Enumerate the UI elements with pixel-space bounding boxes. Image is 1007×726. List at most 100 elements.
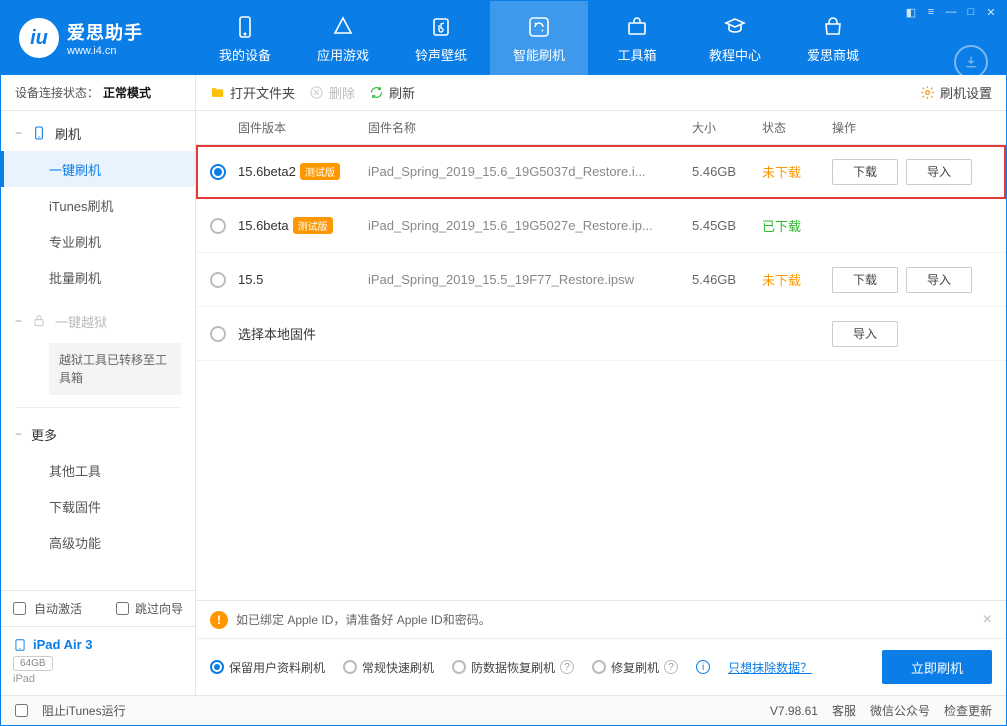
flash-settings-button[interactable]: 刷机设置	[920, 83, 992, 102]
app-url: www.i4.cn	[67, 45, 143, 57]
sidebar-item-advanced[interactable]: 高级功能	[1, 524, 195, 560]
sidebar-item-batch-flash[interactable]: 批量刷机	[1, 259, 195, 295]
sidebar-item-itunes-flash[interactable]: iTunes刷机	[1, 187, 195, 223]
refresh-button[interactable]: 刷新	[369, 83, 415, 102]
sidebar-item-pro-flash[interactable]: 专业刷机	[1, 223, 195, 259]
table-header: 固件版本 固件名称 大小 状态 操作	[196, 111, 1006, 145]
firmware-size: 5.45GB	[692, 218, 762, 233]
version-text: 15.6beta	[238, 218, 289, 233]
firmware-name: iPad_Spring_2019_15.5_19F77_Restore.ipsw	[368, 272, 692, 287]
download-manager-button[interactable]	[954, 45, 988, 79]
logo: 爱思助手 www.i4.cn	[1, 18, 196, 58]
firmware-name: iPad_Spring_2019_15.6_19G5037d_Restore.i…	[368, 164, 692, 179]
firmware-row[interactable]: 15.6beta测试版 iPad_Spring_2019_15.6_19G502…	[196, 199, 1006, 253]
tab-toolbox[interactable]: 工具箱	[588, 1, 686, 75]
delete-icon	[309, 85, 324, 100]
import-button[interactable]: 导入	[832, 321, 898, 347]
device-type: iPad	[13, 673, 183, 685]
menu-icon[interactable]: ≡	[924, 5, 938, 19]
version-label: V7.98.61	[770, 704, 818, 718]
row-radio[interactable]	[210, 272, 226, 288]
sidebar-item-other-tools[interactable]: 其他工具	[1, 452, 195, 488]
gear-icon	[920, 85, 935, 100]
sidebar-item-oneclick-flash[interactable]: 一键刷机	[1, 151, 195, 187]
help-icon[interactable]: ?	[560, 660, 574, 674]
row-radio[interactable]	[210, 164, 226, 180]
radio-icon	[592, 660, 606, 674]
folder-icon	[210, 85, 225, 100]
radio-icon	[452, 660, 466, 674]
support-link[interactable]: 客服	[832, 702, 856, 719]
opt-repair-flash[interactable]: 修复刷机?	[592, 659, 678, 676]
tablet-icon	[13, 638, 27, 652]
flash-now-button[interactable]: 立即刷机	[882, 650, 992, 684]
collapse-icon: −	[15, 126, 25, 140]
tab-smart-flash[interactable]: 智能刷机	[490, 1, 588, 75]
skip-guide-checkbox[interactable]	[116, 602, 129, 615]
version-text: 选择本地固件	[238, 327, 316, 342]
sidebar-flash-header[interactable]: − 刷机	[1, 115, 195, 151]
info-icon: i	[696, 660, 710, 674]
row-radio[interactable]	[210, 218, 226, 234]
window-controls: ◧ ≡ — □ ✕	[896, 1, 1006, 23]
block-itunes-checkbox[interactable]	[15, 704, 28, 717]
app-header: 爱思助手 www.i4.cn 我的设备 应用游戏 铃声壁纸 智能刷机 工具箱 教…	[1, 1, 1006, 75]
maximize-icon[interactable]: □	[964, 5, 978, 19]
storage-badge: 64GB	[13, 656, 53, 671]
device-name[interactable]: iPad Air 3	[13, 637, 183, 652]
opt-keep-data[interactable]: 保留用户资料刷机	[210, 659, 325, 676]
warning-icon: !	[210, 611, 228, 629]
minimize-icon[interactable]: —	[944, 5, 958, 19]
warning-bar: ! 如已绑定 Apple ID，请准备好 Apple ID和密码。 ×	[196, 601, 1006, 639]
lock-icon	[31, 313, 47, 329]
opt-anti-recovery[interactable]: 防数据恢复刷机?	[452, 659, 574, 676]
update-link[interactable]: 检查更新	[944, 702, 992, 719]
sidebar-item-download-firmware[interactable]: 下载固件	[1, 488, 195, 524]
wechat-link[interactable]: 微信公众号	[870, 702, 930, 719]
row-radio[interactable]	[210, 326, 226, 342]
app-title: 爱思助手	[67, 19, 143, 45]
sidebar-jailbreak-header[interactable]: − 一键越狱	[1, 303, 195, 339]
delete-button[interactable]: 删除	[309, 83, 355, 102]
sidebar: 设备连接状态： 正常模式 − 刷机 一键刷机 iTunes刷机 专业刷机 批量刷…	[1, 75, 196, 695]
firmware-status: 未下载	[762, 270, 832, 289]
beta-badge: 测试版	[293, 217, 333, 234]
firmware-row[interactable]: 15.6beta2 测试版 iPad_Spring_2019_15.6_19G50…	[196, 145, 1006, 199]
toolbar: 打开文件夹 删除 刷新 刷机设置	[196, 75, 1006, 111]
tab-my-device[interactable]: 我的设备	[196, 1, 294, 75]
version-text: 15.6beta2	[238, 164, 296, 179]
import-button[interactable]: 导入	[906, 159, 972, 185]
sidebar-more-header[interactable]: − 更多	[1, 416, 195, 452]
firmware-status: 已下载	[762, 216, 832, 235]
import-button[interactable]: 导入	[906, 267, 972, 293]
close-icon[interactable]: ✕	[984, 5, 998, 19]
download-button[interactable]: 下载	[832, 267, 898, 293]
tab-ringtone[interactable]: 铃声壁纸	[392, 1, 490, 75]
open-folder-button[interactable]: 打开文件夹	[210, 83, 295, 102]
firmware-row[interactable]: 15.5 iPad_Spring_2019_15.5_19F77_Restore…	[196, 253, 1006, 307]
beta-badge: 测试版	[300, 163, 340, 180]
radio-icon	[210, 660, 224, 674]
tab-apps[interactable]: 应用游戏	[294, 1, 392, 75]
auto-activate-checkbox[interactable]	[13, 602, 26, 615]
firmware-list: 15.6beta2 测试版 iPad_Spring_2019_15.6_19G50…	[196, 145, 1006, 361]
firmware-row[interactable]: 选择本地固件 导入	[196, 307, 1006, 361]
firmware-status: 未下载	[762, 162, 832, 181]
help-icon[interactable]: ?	[664, 660, 678, 674]
download-button[interactable]: 下载	[832, 159, 898, 185]
nav-tabs: 我的设备 应用游戏 铃声壁纸 智能刷机 工具箱 教程中心 爱思商城	[196, 1, 882, 75]
logo-icon	[19, 18, 59, 58]
phone-icon	[31, 125, 47, 141]
auto-activate-row: 自动激活 跳过向导	[1, 591, 195, 627]
tab-store[interactable]: 爱思商城	[784, 1, 882, 75]
erase-data-link[interactable]: 只想抹除数据？	[728, 659, 812, 676]
opt-normal-flash[interactable]: 常规快速刷机	[343, 659, 434, 676]
radio-icon	[343, 660, 357, 674]
connection-status: 设备连接状态： 正常模式	[1, 75, 195, 111]
main-content: 打开文件夹 删除 刷新 刷机设置 固件版本 固件名称 大小 状态 操作	[196, 75, 1006, 695]
skin-icon[interactable]: ◧	[904, 5, 918, 19]
tab-tutorials[interactable]: 教程中心	[686, 1, 784, 75]
refresh-icon	[369, 85, 384, 100]
footer: 阻止iTunes运行 V7.98.61 客服 微信公众号 检查更新	[1, 695, 1006, 725]
warning-close-button[interactable]: ×	[983, 611, 992, 629]
